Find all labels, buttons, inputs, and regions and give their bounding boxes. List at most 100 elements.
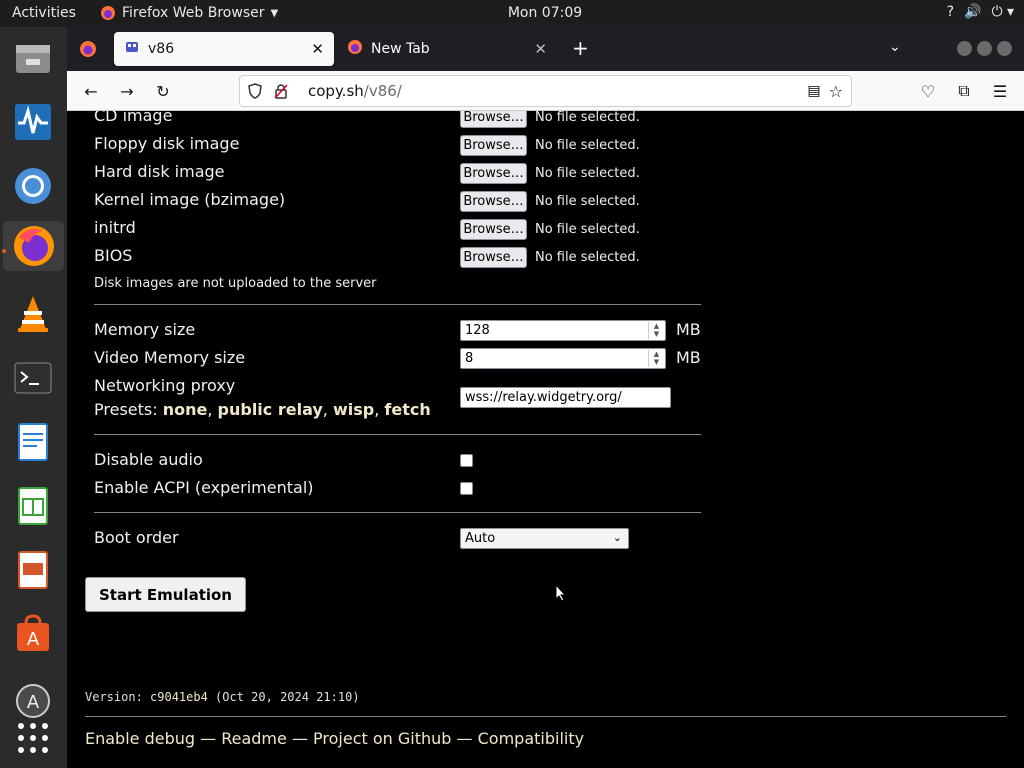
terminal-icon[interactable] [8, 353, 58, 403]
chromium-icon[interactable] [8, 161, 58, 211]
list-all-tabs-icon[interactable]: ⌄ [889, 39, 901, 55]
divider [94, 434, 701, 435]
pocket-icon[interactable]: ♡ [916, 79, 940, 103]
tab-title: v86 [148, 41, 175, 57]
system-monitor-icon[interactable] [8, 97, 58, 147]
preset-public-relay[interactable]: public relay [218, 400, 323, 419]
extensions-icon[interactable]: ⧉ [952, 79, 976, 103]
close-window-icon[interactable] [997, 41, 1012, 56]
floppy-image-label: Floppy disk image [94, 134, 240, 153]
v86-favicon-icon [124, 39, 140, 59]
tab-v86[interactable]: v86 ✕ [114, 32, 334, 66]
clock[interactable]: Mon 07:09 [0, 5, 1024, 21]
browse-button[interactable]: Browse… [460, 219, 527, 240]
menu-icon[interactable]: ☰ [988, 79, 1012, 103]
kernel-image-input[interactable]: Browse… No file selected. [460, 191, 640, 212]
network-icon: ? [946, 4, 954, 20]
bios-label: BIOS [94, 246, 133, 265]
file-status: No file selected. [535, 222, 640, 237]
acpi-label: Enable ACPI (experimental) [94, 478, 314, 497]
show-apps-icon[interactable] [8, 713, 58, 763]
writer-icon[interactable] [8, 417, 58, 467]
active-indicator [2, 249, 6, 253]
file-status: No file selected. [535, 166, 640, 181]
spinner-icon[interactable]: ▲ ▼ [648, 322, 664, 339]
close-tab-icon[interactable]: ✕ [534, 40, 547, 58]
power-icon: ⏻ ▾ [991, 4, 1014, 20]
version-date: (Oct 20, 2024 21:10) [207, 690, 360, 704]
firefox-window: v86 ✕ New Tab ✕ + ⌄ ← → ↻ copy.sh/v86/ ▤… [67, 27, 1024, 768]
minimize-icon[interactable] [957, 41, 972, 56]
video-memory-value: 8 [465, 351, 474, 366]
acpi-checkbox[interactable] [460, 482, 473, 495]
system-tray[interactable]: ? 🔊 ⏻ ▾ [947, 4, 1014, 20]
readme-link[interactable]: Readme [221, 729, 287, 748]
firefox-icon[interactable] [3, 221, 64, 271]
enable-debug-link[interactable]: Enable debug [85, 729, 195, 748]
github-link[interactable]: Project on Github [313, 729, 451, 748]
boot-order-value: Auto [465, 531, 496, 546]
bios-input[interactable]: Browse… No file selected. [460, 247, 640, 268]
cd-image-label: CD image [94, 111, 173, 125]
video-memory-input[interactable]: 8 ▲ ▼ [460, 348, 666, 369]
networking-proxy-label: Networking proxy [94, 376, 236, 395]
cd-image-input[interactable]: Browse… No file selected. [460, 111, 640, 128]
boot-order-select[interactable]: Auto ⌄ [460, 528, 629, 549]
files-icon[interactable] [8, 33, 58, 83]
back-icon[interactable]: ← [79, 79, 103, 103]
spinner-icon[interactable]: ▲ ▼ [648, 350, 664, 367]
preset-fetch[interactable]: fetch [384, 400, 430, 419]
file-status: No file selected. [535, 111, 640, 125]
preset-none[interactable]: none [163, 400, 208, 419]
proxy-url-input[interactable]: wss://relay.widgetry.org/ [460, 387, 671, 408]
forward-icon[interactable]: → [115, 79, 139, 103]
url-text: copy.sh/v86/ [308, 82, 402, 100]
software-center-icon[interactable]: A [8, 609, 58, 659]
url-bar[interactable]: copy.sh/v86/ ▤ ☆ [239, 75, 852, 107]
reload-icon[interactable]: ↻ [151, 79, 175, 103]
version-prefix: Version: [85, 690, 151, 704]
initrd-input[interactable]: Browse… No file selected. [460, 219, 640, 240]
calc-icon[interactable] [8, 481, 58, 531]
lock-icon[interactable] [274, 83, 290, 99]
firefox-view-icon[interactable] [79, 40, 97, 62]
volume-icon: 🔊 [964, 4, 982, 20]
hard-disk-image-input[interactable]: Browse… No file selected. [460, 163, 640, 184]
version-hash[interactable]: c9041eb4 [150, 690, 208, 704]
new-tab-icon[interactable]: + [572, 36, 589, 60]
memory-size-value: 128 [465, 323, 490, 338]
disable-audio-checkbox[interactable] [460, 454, 473, 467]
browse-button[interactable]: Browse… [460, 163, 527, 184]
footer-separator: — [451, 729, 478, 748]
impress-icon[interactable] [8, 545, 58, 595]
proxy-url-value: wss://relay.widgetry.org/ [465, 390, 622, 405]
file-status: No file selected. [535, 194, 640, 209]
tab-new-tab[interactable]: New Tab ✕ [337, 32, 557, 66]
dock: A A [0, 27, 67, 768]
maximize-icon[interactable] [977, 41, 992, 56]
shield-icon[interactable] [248, 83, 264, 99]
browse-button[interactable]: Browse… [460, 191, 527, 212]
navigation-toolbar: ← → ↻ copy.sh/v86/ ▤ ☆ ♡ ⧉ ☰ [67, 71, 1024, 111]
file-status: No file selected. [535, 138, 640, 153]
video-memory-label: Video Memory size [94, 348, 246, 367]
floppy-image-input[interactable]: Browse… No file selected. [460, 135, 640, 156]
browse-button[interactable]: Browse… [460, 135, 527, 156]
bookmark-star-icon[interactable]: ☆ [829, 82, 843, 101]
reader-view-icon[interactable]: ▤ [807, 83, 820, 99]
firefox-favicon-icon [347, 39, 363, 59]
close-tab-icon[interactable]: ✕ [311, 40, 324, 58]
memory-size-input[interactable]: 128 ▲ ▼ [460, 320, 666, 341]
browse-button[interactable]: Browse… [460, 111, 527, 128]
browse-button[interactable]: Browse… [460, 247, 527, 268]
tab-title: New Tab [371, 41, 430, 57]
preset-wisp[interactable]: wisp [333, 400, 374, 419]
compatibility-link[interactable]: Compatibility [478, 729, 584, 748]
start-emulation-button[interactable]: Start Emulation [85, 577, 246, 612]
version-info: Version: c9041eb4 (Oct 20, 2024 21:10) [85, 690, 360, 704]
url-path: /v86/ [363, 82, 402, 100]
gnome-top-bar: Activities Firefox Web Browser ▼ Mon 07:… [0, 0, 1024, 27]
presets-row: Presets: none, public relay, wisp, fetch [94, 400, 431, 419]
vlc-icon[interactable] [8, 289, 58, 339]
url-host: copy.sh [308, 82, 364, 100]
